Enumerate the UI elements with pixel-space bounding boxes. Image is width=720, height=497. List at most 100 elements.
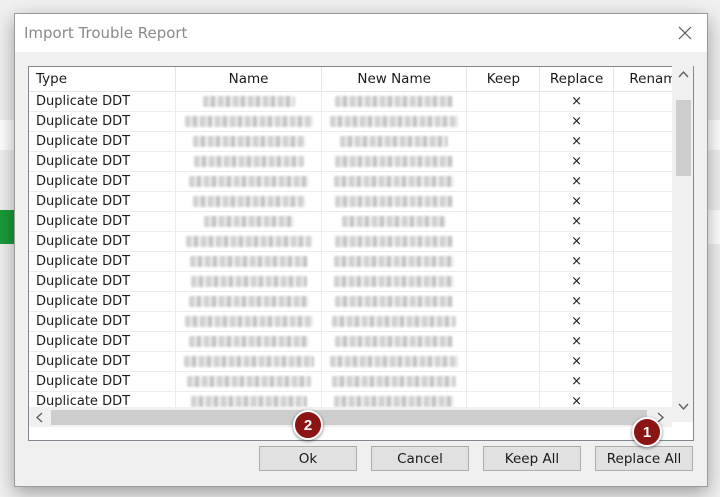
- new-name-cell[interactable]: [321, 131, 468, 152]
- type-cell[interactable]: Duplicate DDT: [29, 291, 177, 312]
- scroll-up-icon[interactable]: [678, 70, 689, 81]
- vertical-scroll-thumb[interactable]: [676, 100, 691, 176]
- table-row[interactable]: Duplicate DDT ×: [29, 371, 693, 392]
- table-row[interactable]: Duplicate DDT ×: [29, 231, 693, 252]
- replace-cell[interactable]: ×: [539, 111, 614, 132]
- replace-cell[interactable]: ×: [539, 231, 614, 252]
- type-cell[interactable]: Duplicate DDT: [29, 331, 177, 352]
- new-name-cell[interactable]: [321, 271, 468, 292]
- new-name-cell[interactable]: [321, 291, 468, 312]
- keep-cell[interactable]: [466, 291, 541, 312]
- type-cell[interactable]: Duplicate DDT: [29, 151, 177, 172]
- type-cell[interactable]: Duplicate DDT: [29, 211, 177, 232]
- keep-cell[interactable]: [466, 111, 541, 132]
- keep-cell[interactable]: [466, 251, 541, 272]
- type-cell[interactable]: Duplicate DDT: [29, 251, 177, 272]
- name-cell[interactable]: [175, 171, 322, 192]
- name-cell[interactable]: [175, 111, 322, 132]
- horizontal-scrollbar[interactable]: [29, 407, 672, 427]
- trouble-report-grid[interactable]: Type Name New Name Keep Replace Renam Du…: [28, 66, 694, 441]
- replace-cell[interactable]: ×: [539, 311, 614, 332]
- keep-cell[interactable]: [466, 311, 541, 332]
- replace-cell[interactable]: ×: [539, 151, 614, 172]
- table-row[interactable]: Duplicate DDT ×: [29, 291, 693, 312]
- name-cell[interactable]: [175, 311, 322, 332]
- new-name-cell[interactable]: [321, 151, 468, 172]
- replace-cell[interactable]: ×: [539, 251, 614, 272]
- name-cell[interactable]: [175, 351, 322, 372]
- name-cell[interactable]: [175, 331, 322, 352]
- table-row[interactable]: Duplicate DDT ×: [29, 271, 693, 292]
- type-cell[interactable]: Duplicate DDT: [29, 171, 177, 192]
- type-cell[interactable]: Duplicate DDT: [29, 271, 177, 292]
- replace-cell[interactable]: ×: [539, 371, 614, 392]
- name-cell[interactable]: [175, 271, 322, 292]
- table-row[interactable]: Duplicate DDT ×: [29, 131, 693, 152]
- keep-cell[interactable]: [466, 351, 541, 372]
- name-cell[interactable]: [175, 131, 322, 152]
- new-name-cell[interactable]: [321, 331, 468, 352]
- table-row[interactable]: Duplicate DDT ×: [29, 311, 693, 332]
- vertical-scrollbar[interactable]: [672, 66, 693, 422]
- keep-cell[interactable]: [466, 271, 541, 292]
- replace-cell[interactable]: ×: [539, 291, 614, 312]
- replace-cell[interactable]: ×: [539, 351, 614, 372]
- column-header-name[interactable]: Name: [175, 67, 322, 92]
- new-name-cell[interactable]: [321, 211, 468, 232]
- keep-cell[interactable]: [466, 151, 541, 172]
- table-row[interactable]: Duplicate DDT ×: [29, 191, 693, 212]
- type-cell[interactable]: Duplicate DDT: [29, 191, 177, 212]
- column-header-type[interactable]: Type: [29, 67, 177, 92]
- type-cell[interactable]: Duplicate DDT: [29, 351, 177, 372]
- type-cell[interactable]: Duplicate DDT: [29, 371, 177, 392]
- name-cell[interactable]: [175, 151, 322, 172]
- close-button[interactable]: [663, 14, 707, 52]
- keep-cell[interactable]: [466, 331, 541, 352]
- scroll-down-icon[interactable]: [678, 403, 689, 414]
- replace-cell[interactable]: ×: [539, 171, 614, 192]
- new-name-cell[interactable]: [321, 231, 468, 252]
- table-row[interactable]: Duplicate DDT ×: [29, 171, 693, 192]
- ok-button[interactable]: Ok: [259, 446, 357, 471]
- replace-cell[interactable]: ×: [539, 211, 614, 232]
- name-cell[interactable]: [175, 191, 322, 212]
- replace-cell[interactable]: ×: [539, 191, 614, 212]
- new-name-cell[interactable]: [321, 91, 468, 112]
- new-name-cell[interactable]: [321, 371, 468, 392]
- replace-cell[interactable]: ×: [539, 131, 614, 152]
- replace-cell[interactable]: ×: [539, 91, 614, 112]
- table-row[interactable]: Duplicate DDT ×: [29, 331, 693, 352]
- new-name-cell[interactable]: [321, 191, 468, 212]
- table-row[interactable]: Duplicate DDT ×: [29, 251, 693, 272]
- name-cell[interactable]: [175, 251, 322, 272]
- keep-cell[interactable]: [466, 91, 541, 112]
- name-cell[interactable]: [175, 231, 322, 252]
- type-cell[interactable]: Duplicate DDT: [29, 231, 177, 252]
- keep-cell[interactable]: [466, 371, 541, 392]
- new-name-cell[interactable]: [321, 251, 468, 272]
- column-header-new-name[interactable]: New Name: [321, 67, 468, 92]
- name-cell[interactable]: [175, 371, 322, 392]
- table-row[interactable]: Duplicate DDT ×: [29, 91, 693, 112]
- replace-all-button[interactable]: Replace All: [595, 446, 693, 471]
- name-cell[interactable]: [175, 291, 322, 312]
- replace-cell[interactable]: ×: [539, 331, 614, 352]
- type-cell[interactable]: Duplicate DDT: [29, 111, 177, 132]
- new-name-cell[interactable]: [321, 351, 468, 372]
- new-name-cell[interactable]: [321, 311, 468, 332]
- keep-all-button[interactable]: Keep All: [483, 446, 581, 471]
- new-name-cell[interactable]: [321, 171, 468, 192]
- type-cell[interactable]: Duplicate DDT: [29, 131, 177, 152]
- keep-cell[interactable]: [466, 231, 541, 252]
- column-header-keep[interactable]: Keep: [466, 67, 541, 92]
- table-row[interactable]: Duplicate DDT ×: [29, 151, 693, 172]
- replace-cell[interactable]: ×: [539, 271, 614, 292]
- table-row[interactable]: Duplicate DDT ×: [29, 111, 693, 132]
- type-cell[interactable]: Duplicate DDT: [29, 91, 177, 112]
- name-cell[interactable]: [175, 211, 322, 232]
- type-cell[interactable]: Duplicate DDT: [29, 311, 177, 332]
- horizontal-scroll-thumb[interactable]: [51, 410, 647, 425]
- cancel-button[interactable]: Cancel: [371, 446, 469, 471]
- table-row[interactable]: Duplicate DDT ×: [29, 351, 693, 372]
- keep-cell[interactable]: [466, 191, 541, 212]
